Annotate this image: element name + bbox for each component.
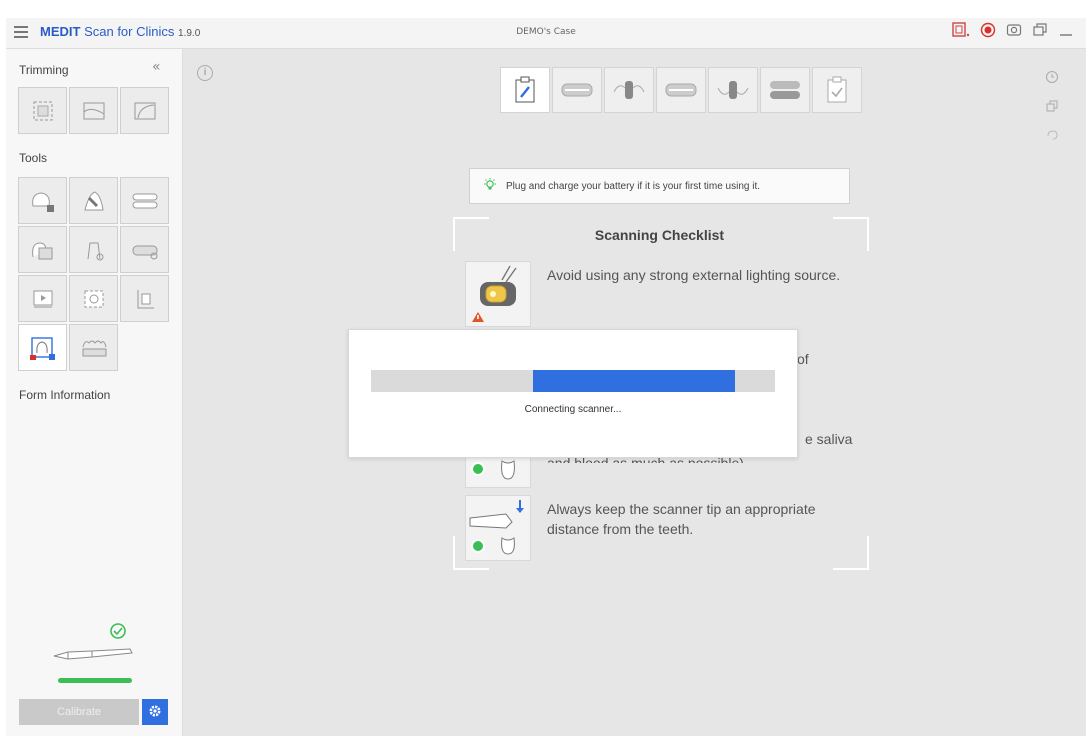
- camera-icon[interactable]: [1006, 22, 1022, 38]
- lock-tooth-tool[interactable]: [18, 177, 67, 224]
- title-bar-actions: [952, 22, 1074, 38]
- checklist-item-text: e saliva: [805, 431, 853, 447]
- stage-mandible-prep[interactable]: [708, 67, 758, 113]
- tools-grid: [18, 177, 169, 371]
- layers-tool[interactable]: [120, 275, 169, 322]
- scanner-battery-bar: [58, 678, 132, 683]
- calibrate-button[interactable]: Calibrate: [19, 699, 139, 725]
- settings-button[interactable]: [142, 699, 168, 725]
- stage-occlusion[interactable]: [760, 67, 810, 113]
- checklist-title: Scanning Checklist: [594, 227, 725, 243]
- checklist-item-text: of: [797, 351, 809, 367]
- stage-mandible[interactable]: [656, 67, 706, 113]
- title-bar: MEDIT Scan for Clinics 1.9.0 DEMO's Case: [6, 18, 1086, 49]
- undo-icon[interactable]: [1045, 127, 1059, 146]
- capture-tool[interactable]: [69, 275, 118, 322]
- checklist-frame-corner: [833, 536, 869, 570]
- scan-stage-bar: [500, 67, 864, 113]
- screen-capture-icon[interactable]: [952, 22, 970, 38]
- history-icon[interactable]: [1045, 69, 1059, 88]
- full-arch-tool[interactable]: [120, 226, 169, 273]
- stage-complete[interactable]: [812, 67, 862, 113]
- right-toolbar: [1045, 69, 1059, 146]
- tools-title: Tools: [19, 151, 48, 165]
- collapse-sidebar-button[interactable]: «: [152, 59, 161, 75]
- connection-status-text: Connecting scanner...: [524, 404, 622, 415]
- teeth-model-tool[interactable]: [69, 324, 118, 371]
- stage-form[interactable]: [500, 67, 550, 113]
- fill-tool[interactable]: [69, 177, 118, 224]
- battery-tip: Plug and charge your battery if it is yo…: [469, 168, 850, 204]
- checklist-item-text: Always keep the scanner tip an appropria…: [547, 501, 816, 537]
- trim-curve-tool[interactable]: [120, 87, 169, 134]
- trim-surface-tool[interactable]: [69, 87, 118, 134]
- lightbulb-icon: [470, 177, 506, 196]
- arch-tool[interactable]: [120, 177, 169, 224]
- connection-progress-bar: [371, 370, 775, 392]
- minimize-icon[interactable]: [1058, 22, 1074, 38]
- form-information-title: Form Information: [19, 388, 111, 402]
- copy-icon[interactable]: [1045, 98, 1059, 117]
- scanner-distance-illustration: [465, 495, 531, 561]
- case-name: DEMO's Case: [516, 27, 576, 37]
- overlay-tool[interactable]: [18, 226, 67, 273]
- occlusion-analysis-tool[interactable]: [18, 324, 67, 371]
- trimming-tools: [18, 87, 169, 134]
- gear-icon: [148, 703, 162, 722]
- battery-tip-text: Plug and charge your battery if it is yo…: [506, 180, 760, 192]
- window-restore-icon[interactable]: [1032, 22, 1048, 38]
- info-icon[interactable]: i: [197, 65, 213, 81]
- stage-maxilla-prep[interactable]: [604, 67, 654, 113]
- trim-selection-tool[interactable]: [18, 87, 67, 134]
- video-tool[interactable]: [18, 275, 67, 322]
- connecting-dialog: Connecting scanner...: [348, 329, 798, 458]
- left-sidebar: Trimming « Tools Form Information Calibr…: [6, 49, 183, 736]
- stage-maxilla[interactable]: [552, 67, 602, 113]
- checklist-item-text: Avoid using any strong external lighting…: [547, 267, 841, 283]
- abutment-tool[interactable]: [69, 226, 118, 273]
- app-window: MEDIT Scan for Clinics 1.9.0 DEMO's Case: [0, 0, 1086, 736]
- record-icon[interactable]: [980, 22, 996, 38]
- main-workspace: i Plug and charge your battery if it is …: [183, 49, 1086, 736]
- connection-progress-fill: [532, 370, 735, 392]
- window-top-strip: [0, 0, 1086, 18]
- trimming-title: Trimming: [19, 63, 69, 77]
- lighting-illustration: [465, 261, 531, 327]
